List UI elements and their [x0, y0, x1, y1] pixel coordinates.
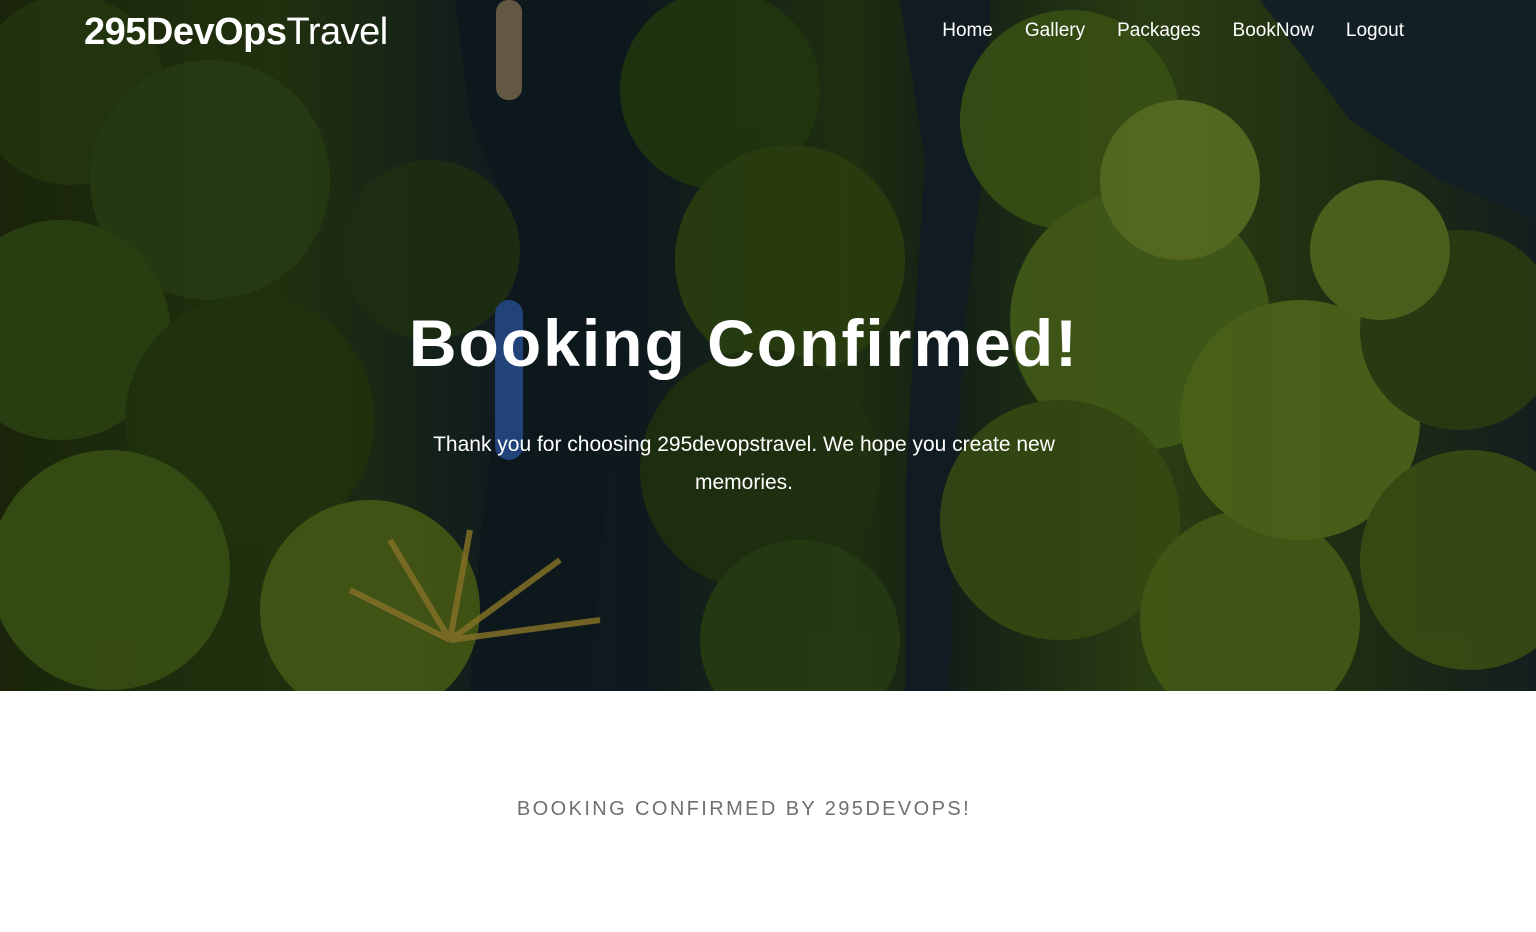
nav-link-booknow[interactable]: BookNow — [1233, 19, 1314, 43]
nav-link-logout[interactable]: Logout — [1346, 19, 1404, 43]
hero-text-block: Booking Confirmed! Thank you for choosin… — [404, 300, 1084, 502]
hero-section: 295DevOpsTravel Home Gallery Packages Bo… — [0, 0, 1536, 691]
nav-link-gallery[interactable]: Gallery — [1025, 19, 1085, 43]
brand-name-light: Travel — [286, 11, 389, 53]
booking-confirmation-note: BOOKING CONFIRMED BY 295DEVOPS! — [516, 798, 972, 820]
brand-logo-link[interactable]: 295DevOpsTravel — [84, 10, 388, 54]
brand-name-bold: 295DevOps — [84, 11, 287, 53]
hero-subtitle: Thank you for choosing 295devopstravel. … — [433, 433, 1055, 494]
nav-link-packages[interactable]: Packages — [1117, 19, 1200, 43]
top-navbar: 295DevOpsTravel Home Gallery Packages Bo… — [0, 0, 1536, 64]
hero-title: Booking Confirmed! — [408, 306, 1080, 380]
nav-link-home[interactable]: Home — [942, 19, 993, 43]
nav-links: Home Gallery Packages BookNow Logout — [942, 19, 1404, 43]
